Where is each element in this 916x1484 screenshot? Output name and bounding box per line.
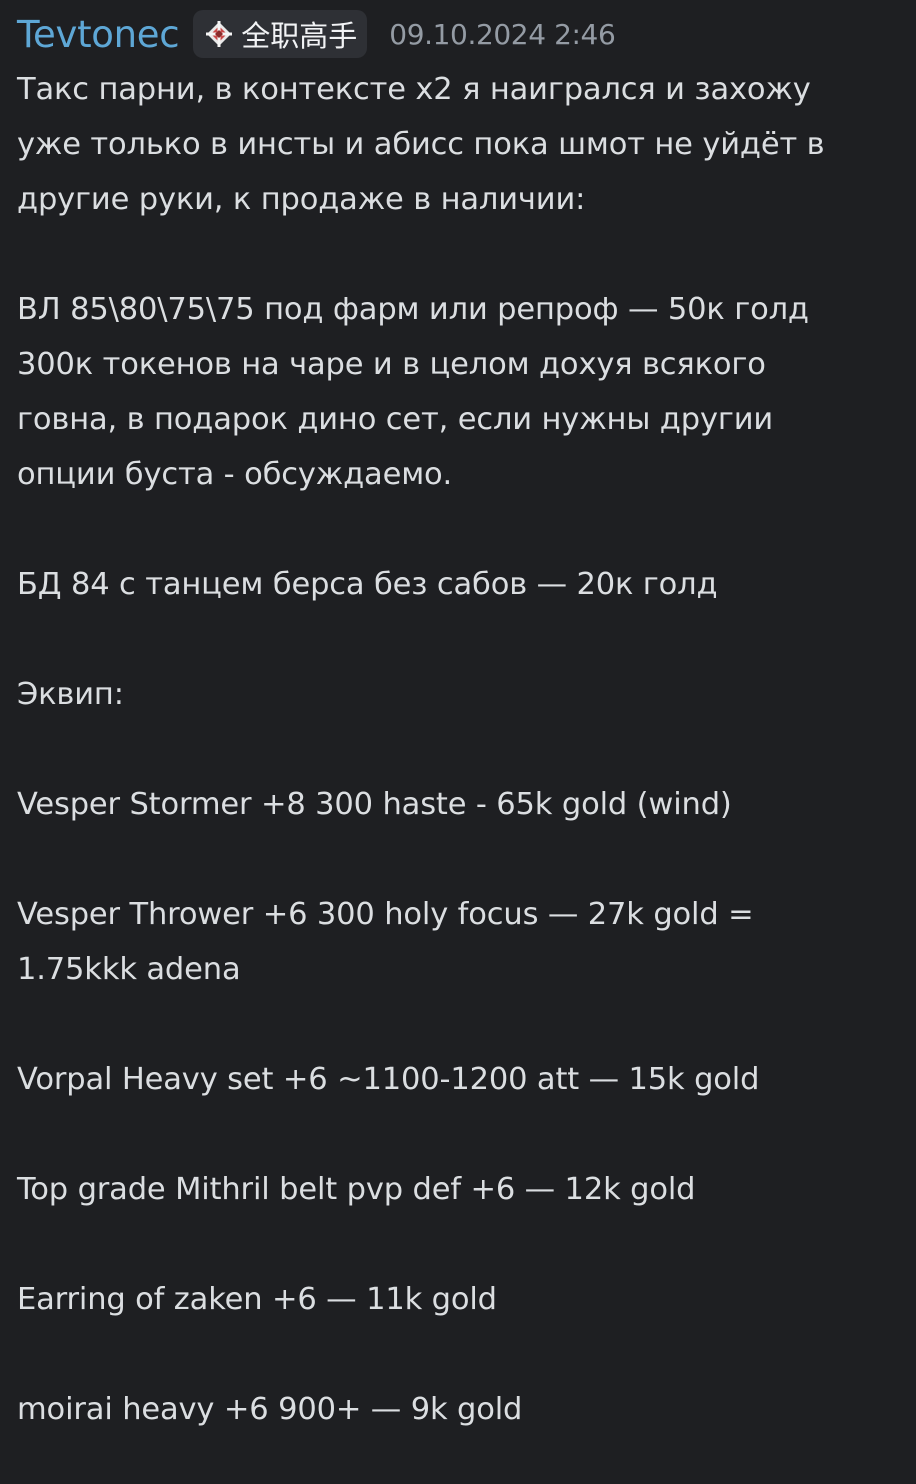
message-paragraph: Эквип:	[17, 667, 898, 722]
message-paragraph: Vesper Stormer +8 300 haste - 65k gold (…	[17, 777, 898, 832]
server-tag-label: 全职高手	[241, 19, 358, 53]
message-line: говна, в подарок дино сет, если нужны др…	[17, 402, 774, 437]
message-paragraph: moirai heavy +6 900+ — 9k gold	[17, 1382, 898, 1437]
message-paragraph: Vorpal Heavy set +6 ~1100-1200 att — 15k…	[17, 1052, 898, 1107]
message-line: Earring of zaken +6 — 11k gold	[17, 1282, 497, 1317]
username[interactable]: Tevtonec	[17, 13, 180, 56]
server-tag[interactable]: 全职高手	[193, 10, 368, 58]
message-line: Vesper Thrower +6 300 holy focus — 27k g…	[17, 897, 754, 932]
diamond-crosshair-icon	[206, 21, 233, 47]
message-line: Эквип:	[17, 677, 124, 712]
message-paragraph: Earring of zaken +6 — 11k gold	[17, 1272, 898, 1327]
message-paragraph: Такс парни, в контексте х2 я наигрался и…	[17, 62, 898, 227]
timestamp: 09.10.2024 2:46	[389, 17, 616, 51]
message-line: Такс парни, в контексте х2 я наигрался и…	[17, 72, 811, 107]
message-content: Такс парни, в контексте х2 я наигрался и…	[17, 62, 898, 1437]
message-paragraph: Vesper Thrower +6 300 holy focus — 27k g…	[17, 887, 898, 997]
message-line: moirai heavy +6 900+ — 9k gold	[17, 1392, 523, 1427]
message-line: уже только в инсты и абисс пока шмот не …	[17, 127, 825, 162]
message-paragraph: ВЛ 85\80\75\75 под фарм или репроф — 50к…	[17, 282, 898, 502]
message-line: БД 84 с танцем берса без сабов — 20к гол…	[17, 567, 718, 602]
message-line: Vesper Stormer +8 300 haste - 65k gold (…	[17, 787, 732, 822]
message-line: 1.75kkk adena	[17, 952, 241, 987]
message-line: ВЛ 85\80\75\75 под фарм или репроф — 50к…	[17, 292, 809, 327]
message-line: Top grade Mithril belt pvp def +6 — 12k …	[17, 1172, 696, 1207]
message-paragraph: Top grade Mithril belt pvp def +6 — 12k …	[17, 1162, 898, 1217]
chat-message: Tevtonec 全职高手 09.10.2024 2:46 Такс парни…	[0, 0, 916, 1437]
message-line: Vorpal Heavy set +6 ~1100-1200 att — 15k…	[17, 1062, 760, 1097]
message-line: опции буста - обсуждаемо.	[17, 457, 453, 492]
message-header: Tevtonec 全职高手 09.10.2024 2:46	[17, 8, 898, 60]
message-line: 300к токенов на чаре и в целом дохуя вся…	[17, 347, 766, 382]
message-line: другие руки, к продаже в наличии:	[17, 182, 586, 217]
message-paragraph: БД 84 с танцем берса без сабов — 20к гол…	[17, 557, 898, 612]
